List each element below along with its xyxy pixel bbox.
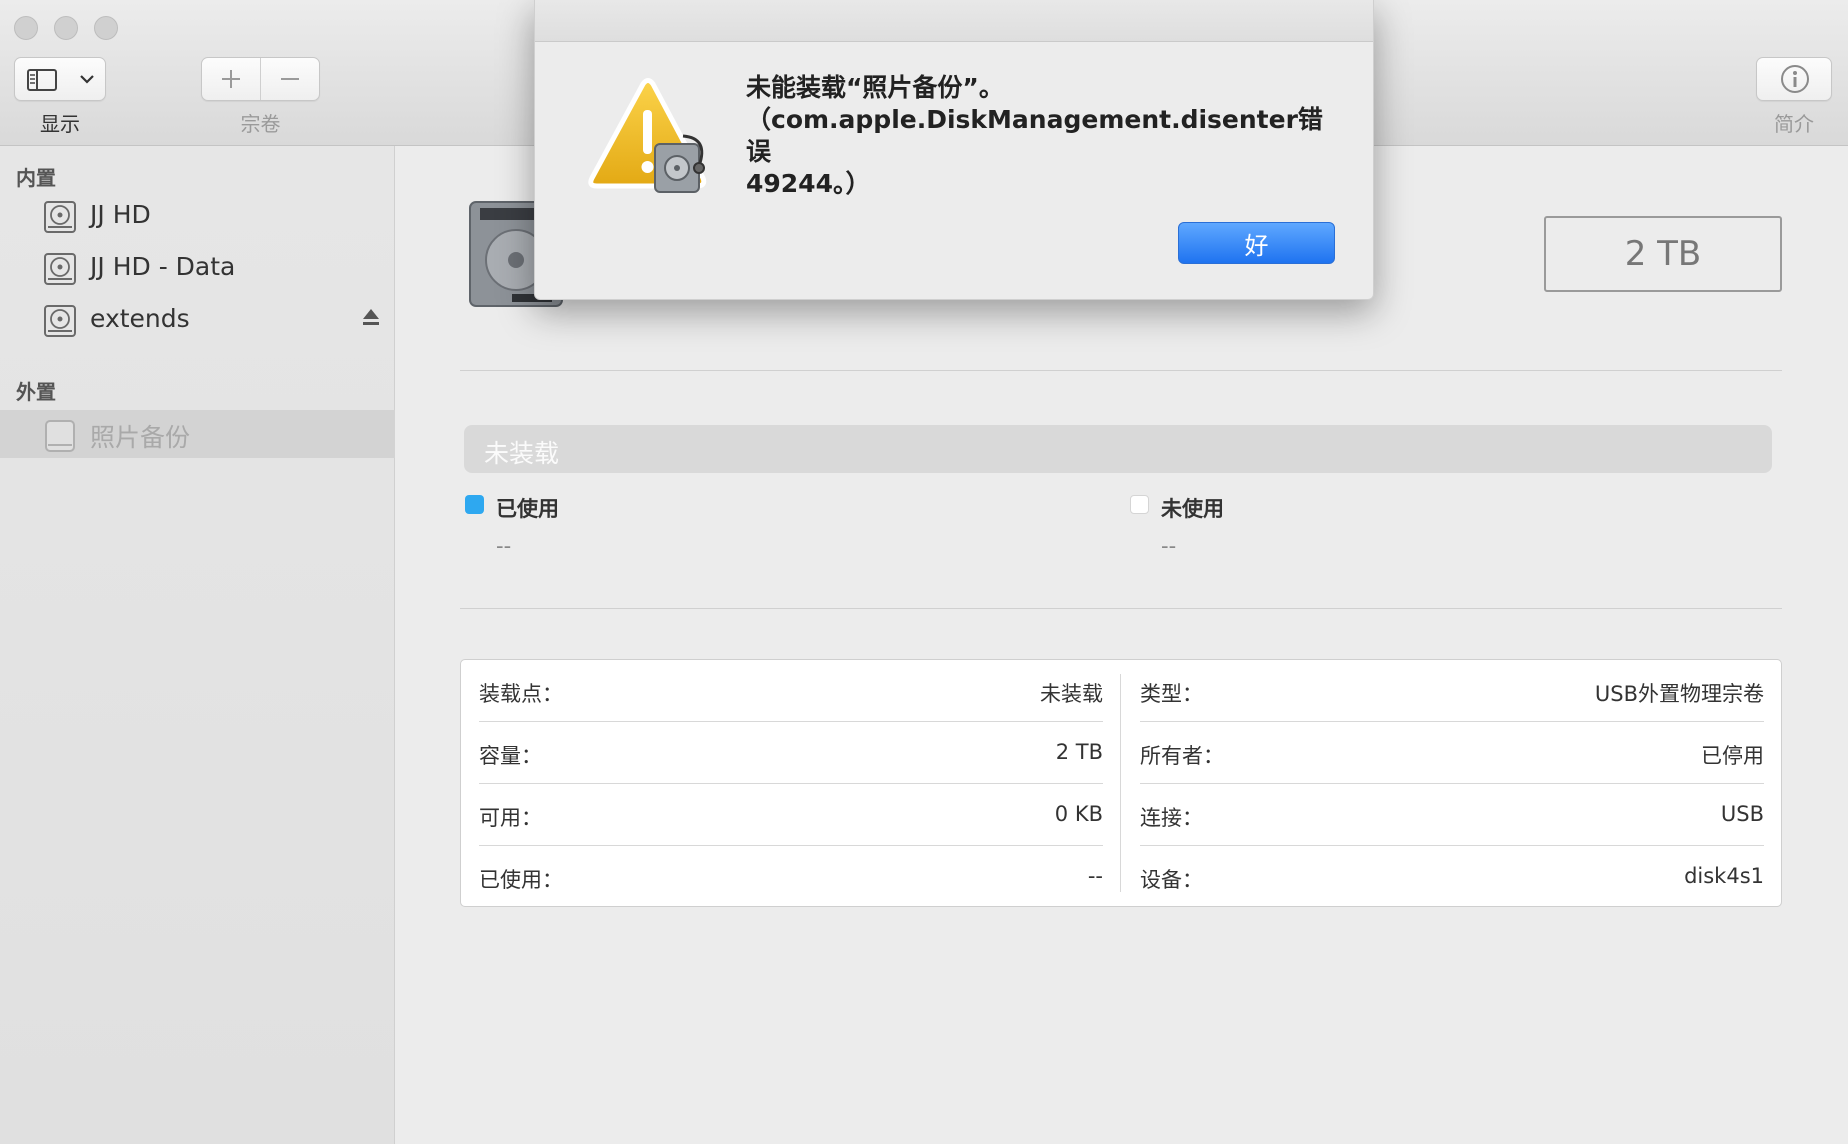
info-row: 容量： 2 TB [479, 722, 1103, 784]
warning-icon [588, 78, 707, 193]
error-alert-sheet: 未能装载“照片备份”。 （com.apple.DiskManagement.di… [534, 0, 1374, 300]
minimize-window-button[interactable] [54, 16, 78, 40]
add-volume-button[interactable] [202, 58, 261, 100]
info-row: 装载点： 未装载 [479, 660, 1103, 722]
info-value: 2 TB [1055, 740, 1103, 764]
internal-disk-icon [44, 201, 76, 233]
usage-bar-status: 未装载 [484, 439, 560, 468]
info-value: 未装载 [1040, 682, 1103, 706]
free-color-swatch [1130, 495, 1149, 514]
info-key: 连接： [1140, 806, 1203, 830]
sidebar-item-label: 照片备份 [90, 423, 191, 452]
info-value: disk4s1 [1684, 864, 1764, 888]
zoom-window-button[interactable] [94, 16, 118, 40]
info-table: 装载点： 未装载 容量： 2 TB 可用： 0 KB 已使用： -- 类型： U… [460, 659, 1782, 907]
sidebar-item-label: extends [90, 304, 190, 333]
sidebar-item-label: JJ HD - Data [90, 252, 236, 281]
ok-button[interactable]: 好 [1178, 222, 1335, 264]
volume-label: 宗卷 [240, 112, 281, 136]
usage-bar: 未装载 [464, 425, 1772, 473]
info-row: 连接： USB [1140, 784, 1764, 846]
info-value: USB [1720, 802, 1764, 826]
sidebar-item-label: JJ HD [90, 200, 151, 229]
used-value: -- [496, 534, 512, 558]
alert-message-line: （com.apple.DiskManagement.disenter错误 [746, 105, 1323, 166]
info-button[interactable] [1756, 57, 1832, 101]
alert-message: 未能装载“照片备份”。 （com.apple.DiskManagement.di… [746, 72, 1346, 200]
info-row: 所有者： 已停用 [1140, 722, 1764, 784]
minus-icon [281, 78, 299, 80]
info-key: 容量： [479, 744, 542, 768]
view-button[interactable] [14, 57, 106, 101]
sidebar-item-jj-hd[interactable]: JJ HD [0, 192, 395, 240]
alert-message-line: 未能装载“照片备份”。 [746, 73, 1004, 102]
internal-disk-icon [44, 305, 76, 337]
info-key: 已使用： [479, 868, 563, 892]
divider [460, 608, 1782, 609]
info-value: 0 KB [1054, 802, 1103, 826]
sidebar-item-extends[interactable]: extends [0, 296, 395, 344]
sidebar-icon [27, 69, 57, 91]
capacity-display: 2 TB [1544, 216, 1782, 292]
sidebar-item-jj-hd-data[interactable]: JJ HD - Data [0, 244, 395, 292]
info-key: 可用： [479, 806, 542, 830]
info-column-separator [1120, 674, 1121, 892]
chevron-down-icon [80, 75, 94, 84]
internal-disk-icon [44, 253, 76, 285]
info-row: 类型： USB外置物理宗卷 [1140, 660, 1764, 722]
sidebar-item-photo-backup[interactable]: 照片备份 [0, 410, 395, 458]
divider [460, 370, 1782, 371]
free-label: 未使用 [1161, 497, 1224, 521]
disk-utility-window: 显示 宗卷 简介 内置 JJ HD JJ HD - Data extends 外… [0, 0, 1848, 1144]
info-row: 已使用： -- [479, 846, 1103, 908]
view-label: 显示 [40, 112, 80, 136]
info-row: 可用： 0 KB [479, 784, 1103, 846]
external-disk-icon [45, 420, 75, 452]
info-column-right: 类型： USB外置物理宗卷 所有者： 已停用 连接： USB 设备： disk4… [1122, 660, 1782, 908]
close-window-button[interactable] [14, 16, 38, 40]
info-key: 类型： [1140, 682, 1203, 706]
info-label: 简介 [1774, 112, 1814, 136]
info-icon [1781, 65, 1809, 93]
sidebar: 内置 JJ HD JJ HD - Data extends 外置 照片备份 [0, 146, 395, 1144]
alert-message-line: 49244。） [746, 169, 871, 198]
info-value: -- [1087, 864, 1103, 888]
eject-icon[interactable] [361, 306, 381, 328]
info-key: 装载点： [479, 682, 563, 706]
sidebar-header-external: 外置 [16, 380, 56, 404]
info-key: 所有者： [1140, 744, 1224, 768]
remove-volume-button[interactable] [261, 58, 320, 100]
volume-segment [201, 57, 320, 101]
used-label: 已使用 [496, 497, 559, 521]
free-value: -- [1161, 534, 1177, 558]
info-value: USB外置物理宗卷 [1594, 682, 1764, 706]
info-value: 已停用 [1701, 744, 1764, 768]
plus-icon [222, 70, 240, 88]
info-row: 设备： disk4s1 [1140, 846, 1764, 908]
info-column-left: 装载点： 未装载 容量： 2 TB 可用： 0 KB 已使用： -- [461, 660, 1121, 908]
sheet-title-area [535, 0, 1373, 42]
used-color-swatch [465, 495, 484, 514]
info-key: 设备： [1140, 868, 1203, 892]
sidebar-header-internal: 内置 [16, 166, 56, 190]
